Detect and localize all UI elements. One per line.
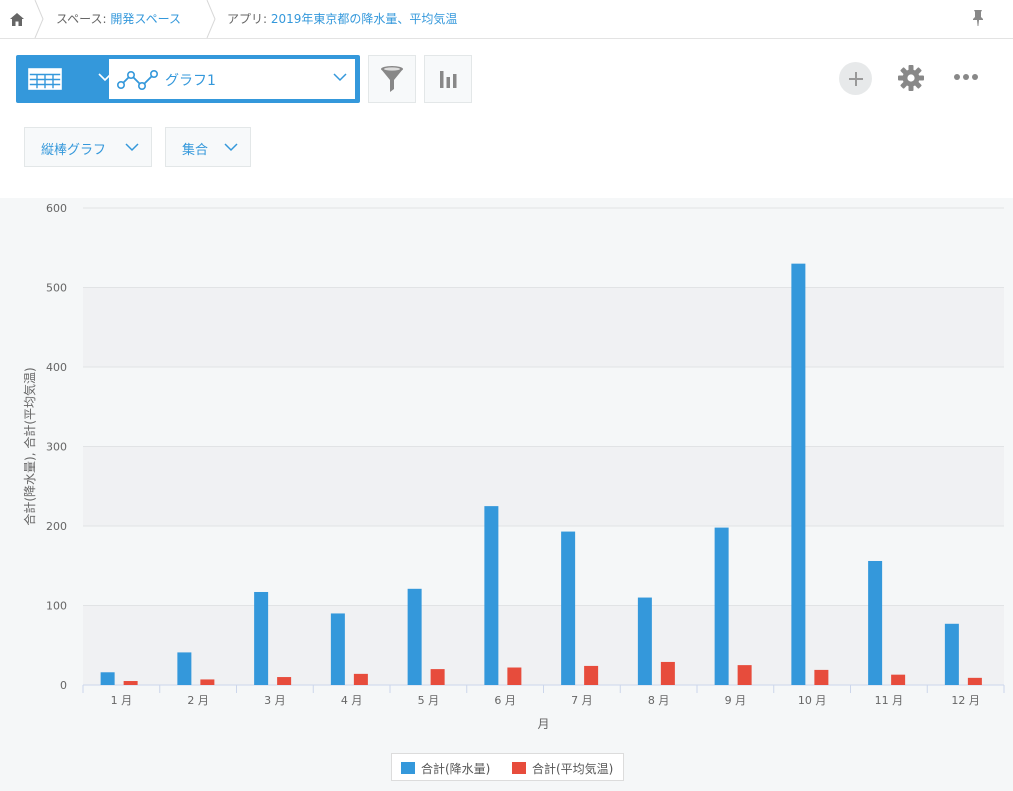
legend-item-series-1[interactable]: 合計(降水量): [401, 760, 490, 777]
chevron-down-icon: [125, 143, 139, 152]
bar-series-1: [714, 527, 729, 685]
x-tick-label: 1 月: [111, 694, 133, 707]
bar-series-1: [868, 560, 883, 685]
x-tick-label: 3 月: [264, 694, 286, 707]
breadcrumb-space-link[interactable]: 開発スペース: [110, 12, 181, 26]
bar-series-2: [584, 665, 599, 685]
breadcrumb-separator-icon: [206, 0, 216, 38]
breadcrumb-separator-icon: [34, 0, 44, 38]
filter-icon: [381, 66, 403, 92]
bar-series-2: [507, 667, 522, 685]
y-tick-label: 500: [46, 282, 67, 295]
breadcrumb-app: アプリ: 2019年東京都の降水量、平均気温: [227, 10, 457, 27]
bar-series-1: [484, 506, 499, 685]
aggregation-label: 集合: [182, 143, 209, 158]
bar-chart: 0 100 200 300 400 500 600 1 月 2 月 3 月 4 月 5 月 6 月 7 月…: [22, 202, 1005, 731]
x-tick-label: 7 月: [571, 694, 593, 707]
chart-area: 0 100 200 300 400 500 600 1 月 2 月 3 月 4 月 5 月 6 月 7 月…: [0, 198, 1013, 791]
x-tick-label: 10 月: [798, 694, 827, 707]
bar-series-2: [814, 669, 829, 685]
x-tick-label: 12 月: [951, 694, 980, 707]
graph-selector[interactable]: グラフ1: [109, 59, 355, 99]
x-tick-label: 6 月: [494, 694, 516, 707]
chart-legend: 合計(降水量) 合計(平均気温): [391, 753, 624, 781]
x-tick-label: 5 月: [418, 694, 440, 707]
breadcrumb-space: スペース: 開発スペース: [56, 10, 181, 27]
bar-series-1: [330, 613, 345, 685]
graph-settings-button[interactable]: [424, 55, 472, 103]
bar-series-1: [561, 531, 576, 685]
add-record-button[interactable]: [839, 62, 872, 95]
plot-band: [83, 367, 1004, 447]
y-tick-label: 400: [46, 361, 67, 374]
graph-name: グラフ1: [165, 73, 216, 89]
x-axis-title: 月: [537, 717, 549, 731]
legend-item-series-2[interactable]: 合計(平均気温): [512, 760, 613, 777]
y-tick-label: 600: [46, 202, 67, 215]
bar-series-1: [637, 597, 652, 685]
chevron-down-icon: [333, 73, 347, 82]
plot-band: [83, 526, 1004, 606]
x-tick-label: 9 月: [725, 694, 747, 707]
bar-series-2: [891, 674, 906, 685]
aggregation-dropdown[interactable]: 集合: [165, 127, 251, 167]
plot-band: [83, 287, 1004, 367]
y-tick-label: 0: [60, 679, 67, 692]
bar-series-1: [944, 623, 959, 685]
bar-series-2: [737, 665, 752, 685]
line-graph-icon: [117, 69, 158, 91]
table-view-icon[interactable]: [28, 68, 62, 90]
bar-chart-icon: [440, 71, 457, 88]
plot-band: [83, 446, 1004, 526]
legend-label: 合計(降水量): [421, 762, 491, 776]
x-tick-label: 4 月: [341, 694, 363, 707]
y-axis-title: 合計(降水量), 合計(平均気温): [22, 367, 37, 525]
plot-band: [83, 605, 1004, 685]
bar-series-1: [254, 591, 269, 685]
breadcrumb-app-prefix: アプリ:: [227, 12, 271, 26]
x-tick-label: 8 月: [648, 694, 670, 707]
plot-band: [83, 208, 1004, 288]
chart-type-label: 縦棒グラフ: [41, 143, 107, 158]
y-tick-label: 300: [46, 441, 67, 454]
chevron-down-icon: [224, 143, 238, 152]
breadcrumb-app-link[interactable]: 2019年東京都の降水量、平均気温: [271, 12, 458, 26]
bar-series-1: [100, 672, 115, 685]
legend-swatch: [401, 762, 415, 774]
home-icon[interactable]: [0, 0, 34, 38]
view-selector: グラフ1: [16, 55, 360, 103]
bar-series-2: [967, 677, 982, 685]
bar-series-1: [407, 588, 422, 685]
bar-series-2: [277, 677, 292, 685]
x-tick-label: 11 月: [875, 694, 904, 707]
y-tick-label: 100: [46, 600, 67, 613]
filter-button[interactable]: [368, 55, 416, 103]
bar-series-2: [123, 681, 138, 685]
chart-type-dropdown[interactable]: 縦棒グラフ: [24, 127, 152, 167]
plus-icon: [848, 71, 863, 86]
bar-series-2: [660, 661, 675, 685]
more-options-icon[interactable]: [953, 73, 979, 81]
breadcrumb-space-prefix: スペース:: [56, 12, 111, 26]
bar-series-1: [177, 652, 192, 685]
pin-icon[interactable]: [971, 9, 985, 27]
x-tick-label: 2 月: [187, 694, 209, 707]
bar-series-2: [430, 669, 445, 685]
legend-label: 合計(平均気温): [532, 762, 614, 776]
legend-swatch: [512, 762, 526, 774]
y-tick-label: 200: [46, 520, 67, 533]
breadcrumb: スペース: 開発スペース アプリ: 2019年東京都の降水量、平均気温: [0, 0, 1013, 39]
bar-series-2: [200, 679, 215, 685]
gear-icon[interactable]: [897, 64, 925, 92]
bar-series-1: [791, 263, 806, 685]
bar-series-2: [353, 673, 368, 685]
